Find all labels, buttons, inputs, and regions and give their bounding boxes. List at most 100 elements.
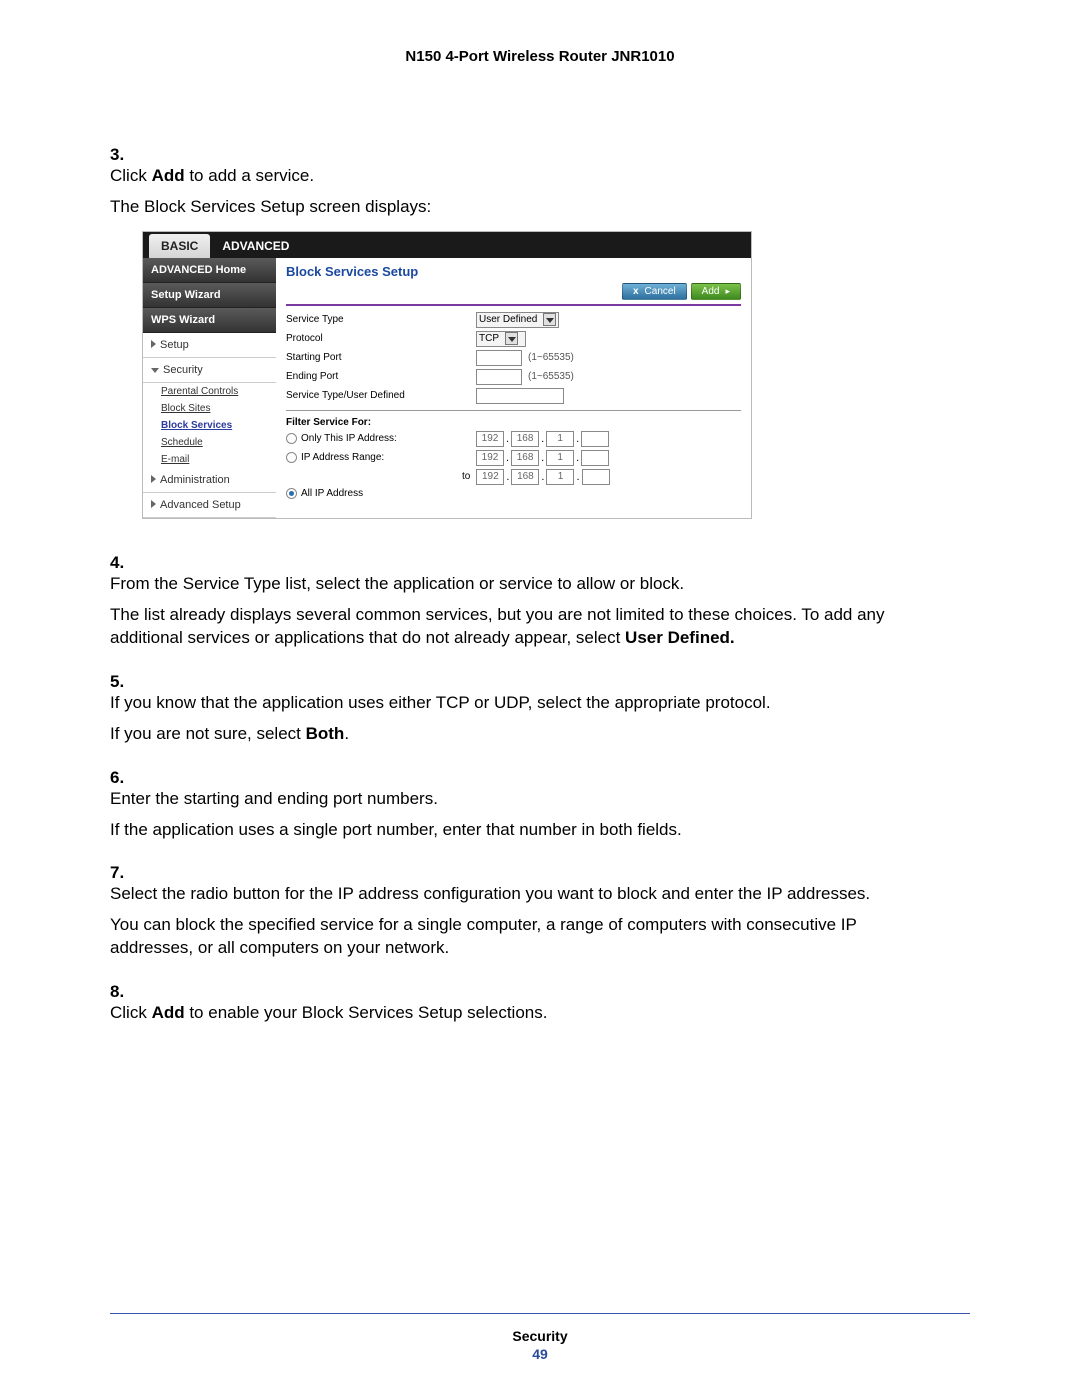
step-number: 8. [110, 982, 136, 1002]
close-icon: x [633, 286, 639, 297]
label-to: to [462, 471, 470, 482]
sidebar-item-administration[interactable]: Administration [143, 468, 276, 493]
ip-octet-input[interactable]: 192 [476, 450, 504, 466]
row-all-ip: All IP Address [286, 488, 741, 499]
radio-only-this-ip[interactable] [286, 433, 297, 444]
label-ending-port: Ending Port [286, 371, 476, 382]
add-button[interactable]: Add ▸ [691, 283, 741, 300]
user-defined-input[interactable] [476, 388, 564, 404]
starting-port-input[interactable] [476, 350, 522, 366]
step-text: Select the radio button for the IP addre… [110, 883, 940, 906]
ip-octet-input[interactable]: 192 [476, 431, 504, 447]
ip-octet-input[interactable]: 1 [546, 450, 574, 466]
row-ending-port: Ending Port (1~65535) [286, 369, 741, 385]
tab-bar: BASIC ADVANCED [143, 232, 751, 258]
sidebar-sub-schedule[interactable]: Schedule [143, 434, 276, 451]
step-number: 5. [110, 672, 136, 692]
ip-octet-input[interactable]: 168 [511, 431, 539, 447]
arrow-right-icon: ▸ [725, 286, 730, 297]
sidebar-item-security[interactable]: Security [143, 358, 276, 383]
radio-all-ip[interactable] [286, 488, 297, 499]
row-ip-range: IP Address Range: 192. 168. 1. [286, 450, 741, 466]
dropdown-icon [543, 313, 556, 326]
sidebar-item-setup[interactable]: Setup [143, 333, 276, 358]
block-services-screenshot: BASIC ADVANCED ADVANCED Home Setup Wizar… [142, 231, 752, 519]
step-text: The Block Services Setup screen displays… [110, 196, 940, 219]
panel-toolbar: x Cancel Add ▸ [286, 283, 741, 300]
hint-ending-port: (1~65535) [528, 371, 574, 382]
sidebar-sub-email[interactable]: E-mail [143, 451, 276, 468]
step-number: 7. [110, 863, 136, 883]
sidebar-item-wps-wizard[interactable]: WPS Wizard [143, 308, 276, 333]
step-6: 6. Enter the starting and ending port nu… [110, 768, 970, 850]
chevron-right-icon [151, 475, 156, 483]
step-number: 6. [110, 768, 136, 788]
sidebar-sub-block-sites[interactable]: Block Sites [143, 400, 276, 417]
sidebar-item-setup-wizard[interactable]: Setup Wizard [143, 283, 276, 308]
cancel-button[interactable]: x Cancel [622, 283, 687, 300]
ip-octet-input[interactable]: 168 [511, 469, 539, 485]
step-number: 3. [110, 145, 136, 165]
step-text: From the Service Type list, select the a… [110, 573, 940, 596]
ip-octet-input[interactable] [582, 469, 610, 485]
step-text: Click Add to enable your Block Services … [110, 1002, 940, 1025]
divider [286, 410, 741, 411]
step-8: 8. Click Add to enable your Block Servic… [110, 982, 970, 1033]
dropdown-icon [505, 332, 518, 345]
step-3: 3. Click Add to add a service. The Block… [110, 145, 970, 539]
step-4: 4. From the Service Type list, select th… [110, 553, 970, 658]
ip-octet-input[interactable]: 192 [476, 469, 504, 485]
label-user-defined: Service Type/User Defined [286, 390, 476, 401]
row-service-type: Service Type User Defined [286, 312, 741, 328]
sidebar-item-advanced-setup[interactable]: Advanced Setup [143, 493, 276, 518]
footer-divider [110, 1313, 970, 1314]
service-type-select[interactable]: User Defined [476, 312, 559, 328]
sidebar-sub-parental-controls[interactable]: Parental Controls [143, 383, 276, 400]
protocol-select[interactable]: TCP [476, 331, 526, 347]
divider [286, 304, 741, 306]
ip-octet-input[interactable]: 1 [546, 469, 574, 485]
footer-page-number: 49 [110, 1346, 970, 1362]
page-footer: Security 49 [110, 1328, 970, 1362]
label-starting-port: Starting Port [286, 352, 476, 363]
label-protocol: Protocol [286, 333, 476, 344]
step-text: Enter the starting and ending port numbe… [110, 788, 940, 811]
filter-heading: Filter Service For: [286, 417, 741, 428]
step-text: The list already displays several common… [110, 604, 940, 650]
row-starting-port: Starting Port (1~65535) [286, 350, 741, 366]
instruction-list: 3. Click Add to add a service. The Block… [110, 145, 970, 1033]
footer-section: Security [110, 1328, 970, 1344]
panel-title: Block Services Setup [286, 264, 741, 279]
row-only-this-ip: Only This IP Address: 192. 168. 1. [286, 431, 741, 447]
chevron-down-icon [151, 368, 159, 373]
step-text: If the application uses a single port nu… [110, 819, 940, 842]
step-number: 4. [110, 553, 136, 573]
tab-basic[interactable]: BASIC [149, 234, 210, 258]
step-5: 5. If you know that the application uses… [110, 672, 970, 754]
tab-advanced[interactable]: ADVANCED [210, 234, 301, 258]
chevron-right-icon [151, 500, 156, 508]
ip-octet-input[interactable] [581, 431, 609, 447]
chevron-right-icon [151, 340, 156, 348]
label-all-ip: All IP Address [301, 488, 363, 499]
step-text: Click Add to add a service. [110, 165, 940, 188]
ip-octet-input[interactable] [581, 450, 609, 466]
ending-port-input[interactable] [476, 369, 522, 385]
step-7: 7. Select the radio button for the IP ad… [110, 863, 970, 968]
row-ip-range-to: to 192. 168. 1. [286, 469, 741, 485]
radio-ip-range[interactable] [286, 452, 297, 463]
row-protocol: Protocol TCP [286, 331, 741, 347]
step-text: If you know that the application uses ei… [110, 692, 940, 715]
ip-octet-input[interactable]: 1 [546, 431, 574, 447]
label-only-this-ip: Only This IP Address: [301, 433, 397, 444]
sidebar-sub-block-services[interactable]: Block Services [143, 417, 276, 434]
label-ip-range: IP Address Range: [301, 452, 384, 463]
step-text: If you are not sure, select Both. [110, 723, 940, 746]
sidebar-item-advanced-home[interactable]: ADVANCED Home [143, 258, 276, 283]
hint-starting-port: (1~65535) [528, 352, 574, 363]
label-service-type: Service Type [286, 314, 476, 325]
ip-octet-input[interactable]: 168 [511, 450, 539, 466]
document-header: N150 4-Port Wireless Router JNR1010 [110, 48, 970, 65]
step-text: You can block the specified service for … [110, 914, 940, 960]
row-user-defined: Service Type/User Defined [286, 388, 741, 404]
